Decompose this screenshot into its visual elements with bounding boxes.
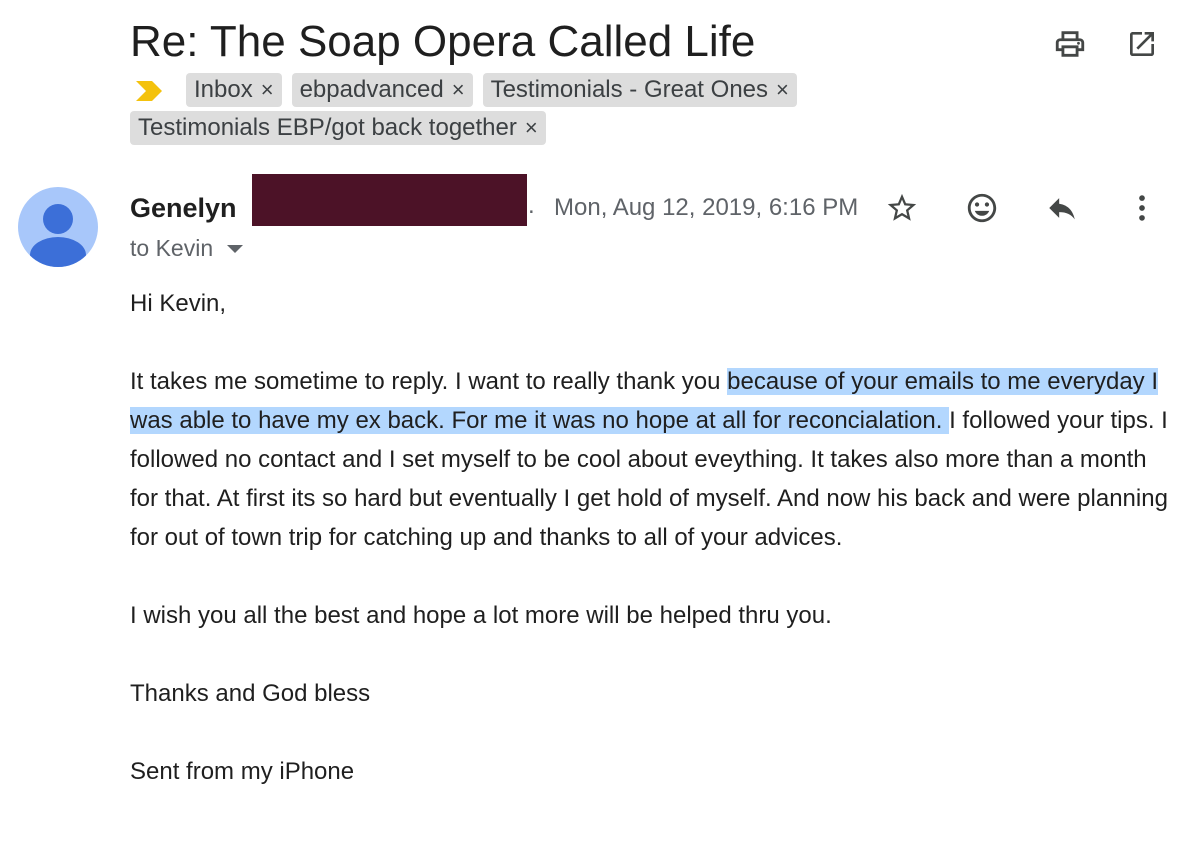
reply-button[interactable] bbox=[1042, 188, 1082, 228]
label-chip-ebpadvanced[interactable]: ebpadvanced × bbox=[291, 73, 473, 107]
label-name: ebpadvanced bbox=[299, 76, 444, 103]
label-chip-testimonials-great-ones[interactable]: Testimonials - Great Ones × bbox=[482, 73, 797, 107]
signature: Sent from my iPhone bbox=[130, 758, 355, 785]
label-chip-inbox[interactable]: Inbox × bbox=[186, 73, 282, 107]
star-icon bbox=[887, 193, 917, 221]
open-in-new-window-button[interactable] bbox=[1122, 24, 1162, 64]
more-options-button[interactable] bbox=[1122, 188, 1162, 228]
body-text: It takes me sometime to reply. I want to… bbox=[130, 368, 728, 395]
label-name: Inbox bbox=[194, 76, 253, 103]
default-avatar-icon bbox=[30, 204, 86, 267]
remove-label-icon[interactable]: × bbox=[525, 117, 538, 139]
emoji-reaction-icon bbox=[967, 193, 997, 223]
open-in-new-window-icon bbox=[1130, 32, 1154, 56]
redacted-sender-email bbox=[252, 174, 527, 226]
body-paragraph: I wish you all the best and hope a lot m… bbox=[130, 602, 832, 629]
greeting: Hi Kevin, bbox=[130, 290, 227, 317]
label-chip-testimonials-ebp-got-back-together[interactable]: Testimonials EBP/got back together × bbox=[130, 111, 546, 145]
star-button[interactable] bbox=[882, 188, 922, 228]
more-vertical-icon bbox=[1139, 195, 1145, 221]
print-icon bbox=[1055, 31, 1085, 57]
label-chips: Inbox × ebpadvanced × Testimonials - Gre… bbox=[130, 73, 850, 145]
body-paragraph: It takes me sometime to reply. I want to… bbox=[130, 362, 1170, 557]
print-button[interactable] bbox=[1050, 24, 1090, 64]
emoji-reaction-button[interactable] bbox=[962, 188, 1002, 228]
sender-name[interactable]: Genelyn bbox=[130, 190, 237, 226]
remove-label-icon[interactable]: × bbox=[261, 79, 274, 101]
recipient-label: to Kevin bbox=[130, 235, 214, 261]
recipient-details-toggle[interactable]: to Kevin bbox=[130, 233, 244, 263]
sender-avatar[interactable] bbox=[18, 187, 98, 267]
remove-label-icon[interactable]: × bbox=[776, 79, 789, 101]
label-name: Testimonials EBP/got back together bbox=[138, 114, 517, 141]
closing: Thanks and God bless bbox=[130, 680, 371, 707]
message-body: Hi Kevin, It takes me sometime to reply.… bbox=[130, 284, 1170, 830]
message-date: Mon, Aug 12, 2019, 6:16 PM bbox=[554, 194, 859, 221]
label-name: Testimonials - Great Ones bbox=[490, 76, 769, 103]
chevron-down-icon bbox=[227, 245, 244, 253]
sender-trailing-text: . bbox=[528, 192, 535, 219]
remove-label-icon[interactable]: × bbox=[452, 79, 465, 101]
email-subject: Re: The Soap Opera Called Life bbox=[130, 17, 756, 66]
reply-icon bbox=[1049, 198, 1075, 220]
